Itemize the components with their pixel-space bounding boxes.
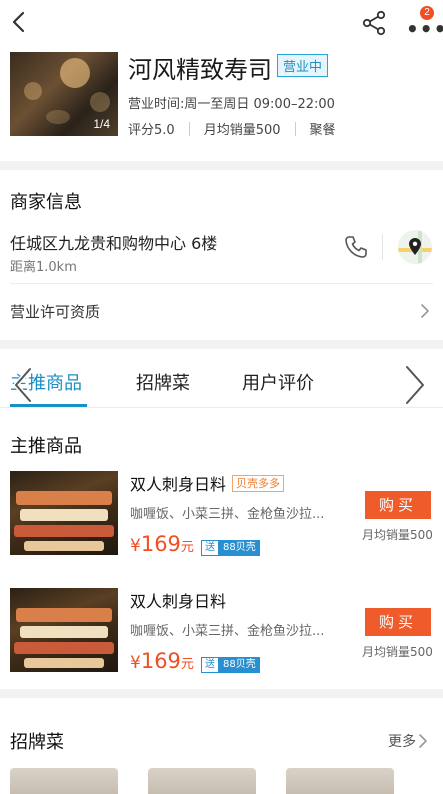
more-label: 更多 <box>388 734 416 750</box>
address: 任城区九龙贵和购物中心 6楼 <box>10 234 218 253</box>
divider <box>10 283 433 284</box>
product-name: 双人刺身日料 <box>130 592 227 611</box>
product-card[interactable]: 双人刺身日料 贝壳多多 咖喱饭、小菜三拼、金枪鱼沙拉... ¥169元 送 88… <box>0 471 443 561</box>
chevron-right-icon <box>419 734 427 748</box>
more-button[interactable]: ••• 2 <box>404 6 443 41</box>
category: 聚餐 <box>309 123 336 138</box>
phone-icon[interactable] <box>343 234 369 260</box>
product-tabs: 主推商品 招牌菜 用户评价 主推商品 双人刺身日料 贝壳多多 咖喱饭、小菜三拼、… <box>0 349 443 689</box>
license-link[interactable]: 营业许可资质 <box>10 301 100 322</box>
chevron-right-icon[interactable] <box>418 302 432 320</box>
product-sales: 月均销量500 <box>362 528 433 542</box>
price-value: 169 <box>140 532 181 556</box>
store-detail-page: ••• 2 1/4 河风精致寿司 营业中 营业时间:周一至周日 09:00–22… <box>0 0 443 794</box>
store-header: 1/4 河风精致寿司 营业中 营业时间:周一至周日 09:00–22:00 评分… <box>0 44 443 161</box>
buy-button[interactable]: 购买 <box>365 491 431 519</box>
tab-signature[interactable]: 招牌菜 <box>136 369 190 395</box>
monthly-sales: 月均销量500 <box>203 123 281 138</box>
divider <box>188 121 190 136</box>
price-currency: ¥ <box>130 653 141 673</box>
price-value: 169 <box>140 649 181 673</box>
chevron-left-icon[interactable] <box>6 8 34 36</box>
gift-badge: 送 88贝壳 <box>201 657 260 673</box>
dish-thumbnail[interactable] <box>286 768 394 794</box>
status-badge: 营业中 <box>277 54 329 77</box>
rating: 评分5.0 <box>128 123 175 138</box>
store-photo[interactable]: 1/4 <box>10 52 118 136</box>
photo-counter: 1/4 <box>93 117 110 131</box>
signature-thumbnails <box>10 768 394 794</box>
carousel-prev-icon[interactable] <box>8 365 38 405</box>
product-tag: 贝壳多多 <box>232 475 284 492</box>
product-sales: 月均销量500 <box>362 645 433 659</box>
section-title: 商家信息 <box>10 192 82 213</box>
location-pin-icon <box>398 230 432 264</box>
carousel-next-icon[interactable] <box>398 363 430 407</box>
more-link[interactable]: 更多 <box>388 731 430 751</box>
dish-thumbnail[interactable] <box>148 768 256 794</box>
product-price: ¥169元 <box>130 649 194 673</box>
distance: 距离1.0km <box>10 260 77 275</box>
divider <box>382 234 383 260</box>
product-card[interactable]: 双人刺身日料 咖喱饭、小菜三拼、金枪鱼沙拉... ¥169元 送 88贝壳 购买… <box>0 588 443 678</box>
divider <box>294 121 296 136</box>
signature-section: 招牌菜 更多 <box>0 698 443 794</box>
map-button[interactable] <box>398 230 432 264</box>
merchant-info: 商家信息 任城区九龙贵和购物中心 6楼 距离1.0km 营业许可资质 <box>0 170 443 340</box>
store-meta: 评分5.0 月均销量500 聚餐 <box>128 119 336 138</box>
dish-thumbnail[interactable] <box>10 768 118 794</box>
gift-prefix: 送 <box>201 657 219 673</box>
price-unit: 元 <box>180 540 194 555</box>
store-name: 河风精致寿司 <box>128 56 272 84</box>
section-title: 主推商品 <box>10 436 82 457</box>
gift-prefix: 送 <box>201 540 219 556</box>
divider <box>0 407 443 408</box>
product-desc: 咖喱饭、小菜三拼、金枪鱼沙拉... <box>130 624 325 639</box>
share-icon[interactable] <box>360 9 388 37</box>
tab-reviews[interactable]: 用户评价 <box>242 369 314 395</box>
product-name: 双人刺身日料 <box>130 475 227 494</box>
more-dots-icon: ••• <box>406 17 443 41</box>
notification-badge: 2 <box>420 6 434 20</box>
business-hours: 营业时间:周一至周日 09:00–22:00 <box>128 97 335 112</box>
product-image <box>10 588 118 672</box>
gift-badge: 送 88贝壳 <box>201 540 260 556</box>
price-unit: 元 <box>180 657 194 672</box>
product-desc: 咖喱饭、小菜三拼、金枪鱼沙拉... <box>130 507 325 522</box>
gift-amount: 88贝壳 <box>219 657 260 673</box>
section-title: 招牌菜 <box>10 732 64 753</box>
buy-button[interactable]: 购买 <box>365 608 431 636</box>
product-image <box>10 471 118 555</box>
gift-amount: 88贝壳 <box>219 540 260 556</box>
price-currency: ¥ <box>130 536 141 556</box>
top-bar: ••• 2 <box>0 0 443 44</box>
product-price: ¥169元 <box>130 532 194 556</box>
